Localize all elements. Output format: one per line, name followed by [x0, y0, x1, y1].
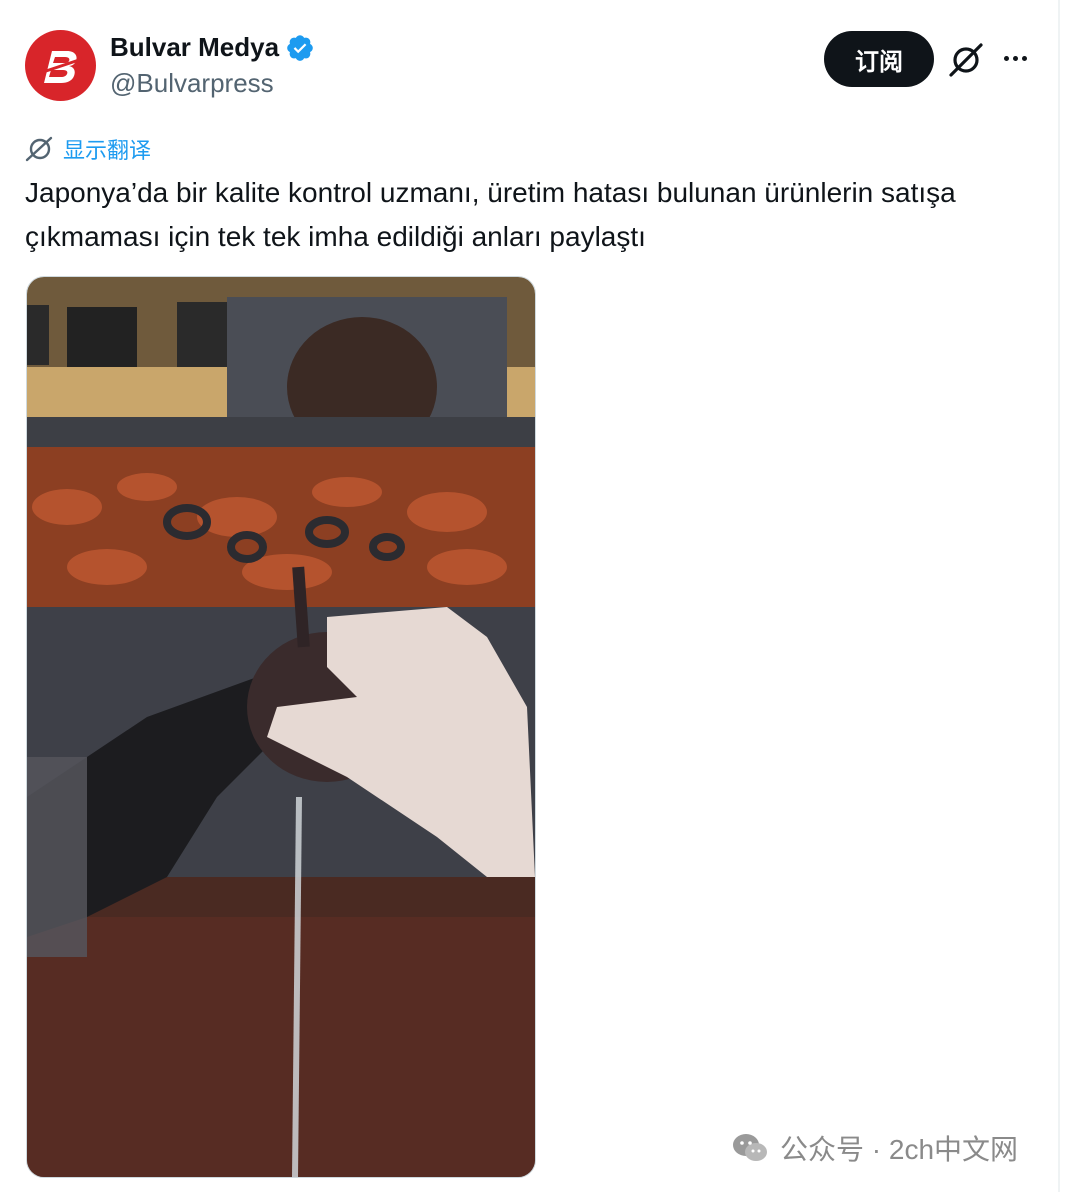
- author-name-row: Bulvar Medya: [110, 32, 315, 63]
- wechat-icon: [733, 1134, 767, 1161]
- watermark: 公众号 · 2ch中文网: [730, 1128, 1018, 1168]
- author-display-name[interactable]: Bulvar Medya: [110, 32, 279, 63]
- show-translation-link[interactable]: 显示翻译: [25, 133, 151, 165]
- author-handle[interactable]: @Bulvarpress: [110, 68, 274, 99]
- verified-badge-icon[interactable]: [285, 33, 315, 63]
- bulvar-logo-icon: [39, 50, 82, 83]
- watermark-text: 公众号 · 2ch中文网: [780, 1134, 1019, 1165]
- show-translation-label: 显示翻译: [63, 138, 152, 163]
- video-frame-image: [27, 277, 535, 1177]
- grok-icon[interactable]: [946, 40, 986, 80]
- author-avatar[interactable]: [25, 30, 96, 101]
- more-icon[interactable]: [997, 40, 1033, 76]
- subscribe-button[interactable]: 订阅: [824, 31, 934, 87]
- tweet-video[interactable]: [26, 276, 536, 1178]
- tweet-text: Japonya’da bir kalite kontrol uzmanı, ür…: [25, 177, 956, 252]
- globe-icon: [25, 136, 53, 162]
- column-border: [1058, 0, 1060, 1192]
